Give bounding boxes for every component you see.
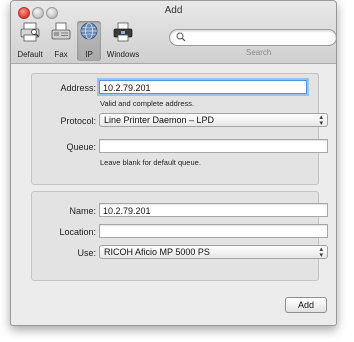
toolbar-fax-label: Fax bbox=[54, 50, 68, 59]
use-label: Use: bbox=[77, 248, 96, 258]
search-field[interactable] bbox=[169, 29, 336, 46]
location-label: Location: bbox=[59, 227, 96, 237]
address-hint: Valid and complete address. bbox=[100, 99, 195, 108]
add-button[interactable]: Add bbox=[285, 297, 327, 313]
toolbar-ip-label: IP bbox=[85, 50, 93, 59]
window-title: Add bbox=[164, 5, 183, 16]
search-icon bbox=[176, 32, 186, 42]
toolbar-windows-label: Windows bbox=[106, 50, 140, 59]
popup-arrows-icon: ▴ ▾ bbox=[319, 114, 323, 127]
protocol-popup[interactable]: Line Printer Daemon – LPD ▴ ▾ bbox=[99, 113, 328, 127]
queue-field[interactable] bbox=[99, 139, 328, 153]
add-printer-window: Add Default Fax IP Windows Search Addres… bbox=[10, 0, 337, 326]
use-popup[interactable]: RICOH Aficio MP 5000 PS ▴ ▾ bbox=[99, 245, 328, 259]
search-label: Search bbox=[246, 48, 272, 57]
queue-hint: Leave blank for default queue. bbox=[100, 158, 201, 167]
popup-arrows-icon: ▴ ▾ bbox=[319, 246, 323, 259]
fax-icon bbox=[51, 22, 71, 40]
windows-printer-icon bbox=[113, 22, 133, 42]
toolbar-windows[interactable]: Windows bbox=[104, 21, 142, 61]
use-value: RICOH Aficio MP 5000 PS bbox=[104, 247, 210, 257]
toolbar-default-label: Default bbox=[17, 50, 43, 59]
queue-label: Queue: bbox=[66, 142, 96, 152]
toolbar-ip[interactable]: IP bbox=[77, 21, 101, 61]
location-field[interactable] bbox=[99, 224, 328, 238]
default-printer-icon bbox=[20, 22, 40, 42]
toolbar-default[interactable]: Default bbox=[13, 21, 47, 61]
name-field[interactable]: 10.2.79.201 bbox=[99, 203, 328, 217]
address-label: Address: bbox=[60, 83, 96, 93]
ip-globe-icon bbox=[80, 22, 98, 40]
protocol-label: Protocol: bbox=[60, 116, 96, 126]
name-label: Name: bbox=[69, 206, 96, 216]
toolbar-fax[interactable]: Fax bbox=[49, 21, 73, 61]
protocol-value: Line Printer Daemon – LPD bbox=[104, 115, 215, 125]
connection-group: Address: 10.2.79.201 Valid and complete … bbox=[31, 73, 328, 185]
title-bar: Add Default Fax IP Windows Search bbox=[11, 1, 336, 64]
printer-info-group: Name: 10.2.79.201 Location: Use: RICOH A… bbox=[31, 191, 328, 281]
address-field[interactable]: 10.2.79.201 bbox=[99, 80, 307, 94]
